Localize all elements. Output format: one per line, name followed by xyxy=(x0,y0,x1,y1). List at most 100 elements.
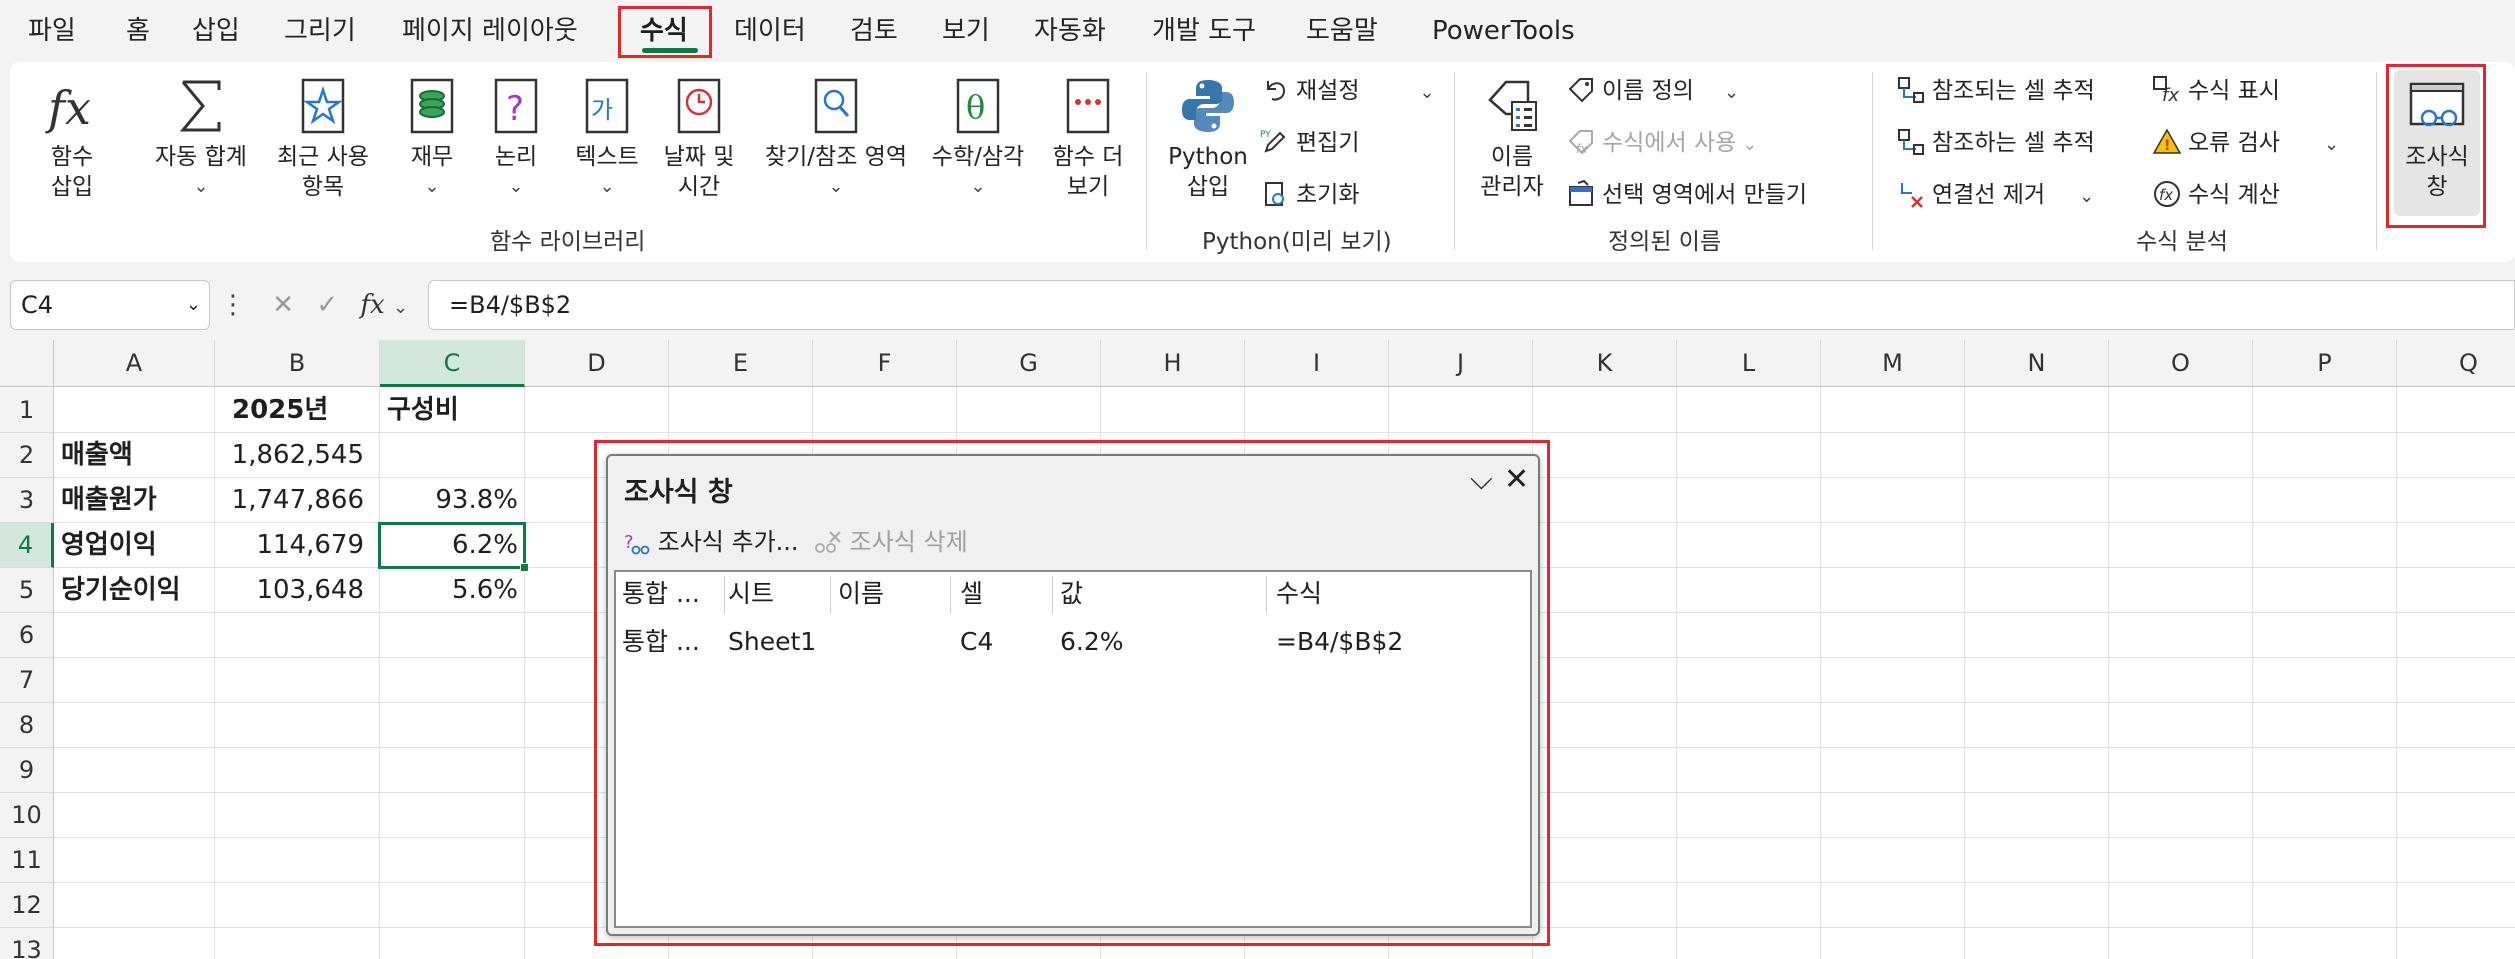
column-header-B[interactable]: B xyxy=(215,340,380,387)
column-header-I[interactable]: I xyxy=(1245,340,1389,387)
delete-watch-button[interactable]: 조사식 삭제 xyxy=(812,522,968,557)
watch-row-sheet[interactable]: Sheet1 xyxy=(728,622,816,662)
cell-A2[interactable]: 매출액 xyxy=(55,433,215,477)
row-header-4[interactable]: 4 xyxy=(0,523,54,568)
column-header-K[interactable]: K xyxy=(1533,340,1677,387)
watch-row-workbook[interactable]: 통합 ... xyxy=(622,622,700,662)
datetime-button[interactable]: 날짜 및 시간 xyxy=(654,74,744,202)
column-header-O[interactable]: O xyxy=(2109,340,2253,387)
cell-C1[interactable]: 구성비 xyxy=(381,388,525,432)
watch-window-button[interactable]: 조사식 창 xyxy=(2394,70,2480,216)
remove-arrows-button[interactable]: 연결선 제거 ⌄ xyxy=(1896,178,2094,212)
menu-page-layout[interactable]: 페이지 레이아웃 xyxy=(402,12,578,50)
row-header-9[interactable]: 9 xyxy=(0,748,54,793)
menu-home[interactable]: 홈 xyxy=(126,12,150,50)
column-header-P[interactable]: P xyxy=(2253,340,2397,387)
menu-view[interactable]: 보기 xyxy=(942,12,990,50)
fill-handle[interactable] xyxy=(520,563,529,572)
editor-button[interactable]: PY 편집기 xyxy=(1260,126,1359,160)
cancel-icon[interactable]: ✕ xyxy=(272,290,294,320)
more-functions-button[interactable]: 함수 더 보기 xyxy=(1040,74,1136,202)
name-box[interactable]: C4 ⌄ xyxy=(10,280,210,330)
column-header-E[interactable]: E xyxy=(669,340,813,387)
watch-header-formula[interactable]: 수식 xyxy=(1276,574,1322,614)
row-header-10[interactable]: 10 xyxy=(0,793,54,838)
trace-dependents-button[interactable]: 참조하는 셀 추적 xyxy=(1896,126,2095,160)
column-header-Q[interactable]: Q xyxy=(2397,340,2515,387)
cell-B5[interactable]: 103,648 xyxy=(216,568,370,612)
menu-help[interactable]: 도움말 xyxy=(1306,12,1378,50)
row-header-13[interactable]: 13 xyxy=(0,928,54,959)
create-from-selection-button[interactable]: 선택 영역에서 만들기 xyxy=(1566,178,1807,212)
menu-file[interactable]: 파일 xyxy=(28,12,76,50)
math-trig-button[interactable]: θ 수학/삼각 ⌄ xyxy=(920,74,1036,202)
row-header-5[interactable]: 5 xyxy=(0,568,54,613)
watch-row-value[interactable]: 6.2% xyxy=(1060,622,1124,662)
menu-powertools[interactable]: PowerTools xyxy=(1432,12,1575,50)
lookup-reference-button[interactable]: 찾기/참조 영역 ⌄ xyxy=(746,74,926,202)
column-header-G[interactable]: G xyxy=(957,340,1101,387)
text-button[interactable]: 가 텍스트 ⌄ xyxy=(562,74,652,202)
column-header-D[interactable]: D xyxy=(525,340,669,387)
recent-used-button[interactable]: 최근 사용 항목 xyxy=(266,74,380,202)
reset-button[interactable]: 재설정 ⌄ xyxy=(1260,74,1435,108)
menu-formulas[interactable]: 수식 xyxy=(640,12,688,50)
column-header-M[interactable]: M xyxy=(1821,340,1965,387)
logical-button[interactable]: ? 논리 ⌄ xyxy=(478,74,554,202)
cell-B3[interactable]: 1,747,866 xyxy=(216,478,370,522)
watch-header-value[interactable]: 값 xyxy=(1060,574,1083,614)
fx-icon[interactable]: fx xyxy=(360,290,384,320)
watch-row-cell[interactable]: C4 xyxy=(960,622,993,662)
chevron-down-icon[interactable]: ⌵ xyxy=(1470,462,1493,497)
menu-automate[interactable]: 자동화 xyxy=(1034,12,1106,50)
initialize-button[interactable]: 초기화 xyxy=(1260,178,1359,212)
column-header-A[interactable]: A xyxy=(54,340,215,387)
cell-B1[interactable]: 2025년 xyxy=(226,388,378,432)
select-all-corner[interactable] xyxy=(0,340,54,387)
cell-B4[interactable]: 114,679 xyxy=(216,523,370,567)
evaluate-formula-button[interactable]: fx 수식 계산 xyxy=(2152,178,2280,212)
cell-C5[interactable]: 5.6% xyxy=(380,568,524,612)
cell-A3[interactable]: 매출원가 xyxy=(55,478,215,522)
watch-header-sheet[interactable]: 시트 xyxy=(728,574,774,614)
watch-header-cell[interactable]: 셀 xyxy=(960,574,983,614)
define-name-button[interactable]: 이름 정의 ⌄ xyxy=(1566,74,1739,108)
trace-precedents-button[interactable]: 참조되는 셀 추적 xyxy=(1896,74,2095,108)
financial-button[interactable]: 재무 ⌄ xyxy=(394,74,470,202)
row-header-3[interactable]: 3 xyxy=(0,478,54,523)
menu-insert[interactable]: 삽입 xyxy=(192,12,240,50)
menu-data[interactable]: 데이터 xyxy=(734,12,806,50)
column-header-H[interactable]: H xyxy=(1101,340,1245,387)
column-header-N[interactable]: N xyxy=(1965,340,2109,387)
more-options-icon[interactable]: ⋮ xyxy=(220,290,246,320)
column-header-J[interactable]: J xyxy=(1389,340,1533,387)
cell-A4[interactable]: 영업이익 xyxy=(55,523,215,567)
show-formulas-button[interactable]: fx 수식 표시 xyxy=(2152,74,2280,108)
cell-A5[interactable]: 당기순이익 xyxy=(55,568,215,612)
add-watch-button[interactable]: ? 조사식 추가... xyxy=(622,522,799,557)
use-in-formula-button[interactable]: fx 수식에서 사용 ⌄ xyxy=(1566,126,1757,160)
chevron-down-icon[interactable]: ⌄ xyxy=(393,297,408,318)
name-manager-button[interactable]: 이름 관리자 xyxy=(1466,74,1558,202)
row-header-11[interactable]: 11 xyxy=(0,838,54,883)
row-header-8[interactable]: 8 xyxy=(0,703,54,748)
formula-input[interactable]: =B4/$B$2 xyxy=(428,280,2515,330)
watch-header-workbook[interactable]: 통합 ... xyxy=(622,574,700,614)
cell-B2[interactable]: 1,862,545 xyxy=(216,433,370,477)
row-header-2[interactable]: 2 xyxy=(0,433,54,478)
column-header-C[interactable]: C xyxy=(380,340,525,387)
menu-review[interactable]: 검토 xyxy=(850,12,898,50)
menu-developer[interactable]: 개발 도구 xyxy=(1152,12,1256,50)
watch-header-name[interactable]: 이름 xyxy=(838,574,884,614)
close-icon[interactable]: ✕ xyxy=(1504,462,1529,497)
row-header-12[interactable]: 12 xyxy=(0,883,54,928)
menu-draw[interactable]: 그리기 xyxy=(284,12,356,50)
column-header-F[interactable]: F xyxy=(813,340,957,387)
error-checking-button[interactable]: ! 오류 검사 ⌄ xyxy=(2152,126,2339,160)
insert-function-button[interactable]: fx 함수 삽입 xyxy=(32,74,112,202)
watch-row-formula[interactable]: =B4/$B$2 xyxy=(1276,622,1403,662)
python-insert-button[interactable]: Python 삽입 xyxy=(1160,74,1256,202)
confirm-icon[interactable]: ✓ xyxy=(316,290,338,320)
cell-C3[interactable]: 93.8% xyxy=(380,478,524,522)
row-header-6[interactable]: 6 xyxy=(0,613,54,658)
